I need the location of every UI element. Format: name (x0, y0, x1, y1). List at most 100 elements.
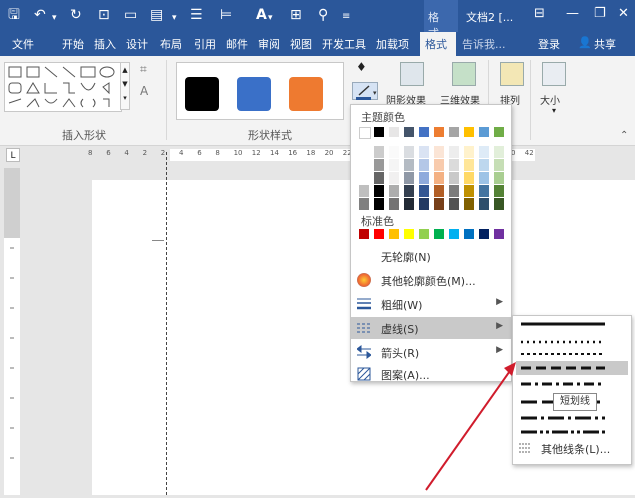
theme-color-cell[interactable] (449, 185, 459, 197)
tab-addins[interactable]: 加载项 (376, 36, 409, 52)
theme-color-cell[interactable] (434, 146, 444, 158)
theme-color-cell[interactable] (419, 172, 429, 184)
customize-qat-icon[interactable]: ≡ (342, 9, 350, 25)
align-icon[interactable]: ☰ (190, 7, 203, 23)
horizontal-ruler[interactable]: 8642246810121416182022242628303234363840… (30, 146, 635, 164)
standard-color-cell[interactable] (494, 229, 504, 239)
shapes-gallery[interactable] (4, 62, 122, 112)
find-icon[interactable]: ⚲ (318, 7, 328, 23)
theme-color-cell[interactable] (389, 198, 399, 210)
theme-color-cell[interactable] (359, 172, 369, 184)
theme-color-cell[interactable] (404, 198, 414, 210)
theme-color-cell[interactable] (374, 172, 384, 184)
theme-color-cell[interactable] (434, 198, 444, 210)
theme-color-cell[interactable] (404, 185, 414, 197)
theme-color-cell[interactable] (419, 127, 429, 137)
theme-color-cell[interactable] (494, 185, 504, 197)
dashed-line-shape[interactable] (166, 152, 167, 495)
ribbon-options-icon[interactable]: ⊟ (534, 6, 545, 21)
theme-color-cell[interactable] (464, 198, 474, 210)
indent-icon[interactable]: ⊨ (220, 7, 232, 23)
login-link[interactable]: 登录 (538, 36, 560, 52)
restore-icon[interactable]: ❐ (594, 6, 606, 21)
theme-color-cell[interactable] (494, 127, 504, 137)
standard-color-cell[interactable] (419, 229, 429, 239)
style-swatch-blue[interactable] (237, 77, 271, 111)
size-icon[interactable] (542, 62, 566, 86)
theme-color-cell[interactable] (434, 159, 444, 171)
style-swatch-black[interactable] (185, 77, 219, 111)
theme-color-cell[interactable] (419, 146, 429, 158)
tab-insert[interactable]: 插入 (94, 36, 116, 52)
theme-color-cell[interactable] (374, 159, 384, 171)
tab-selector[interactable]: L (6, 148, 20, 162)
no-outline-item[interactable]: 无轮廓(N) (351, 245, 511, 267)
vertical-ruler[interactable] (4, 168, 20, 495)
standard-color-cell[interactable] (479, 229, 489, 239)
new-doc-icon[interactable]: ▭ (124, 7, 137, 23)
tab-references[interactable]: 引用 (194, 36, 216, 52)
theme-color-cell[interactable] (434, 185, 444, 197)
share-button[interactable]: 共享 (594, 36, 616, 52)
threed-effect-icon[interactable] (452, 62, 476, 86)
standard-color-cell[interactable] (464, 229, 474, 239)
tell-me-box[interactable]: 告诉我... (462, 36, 506, 52)
table-icon[interactable]: ⊞ (290, 7, 302, 23)
standard-color-cell[interactable] (374, 229, 384, 239)
theme-color-cell[interactable] (494, 146, 504, 158)
theme-color-cell[interactable] (494, 159, 504, 171)
theme-color-cell[interactable] (479, 146, 489, 158)
arrange-icon[interactable] (500, 62, 524, 86)
theme-color-cell[interactable] (434, 127, 444, 137)
undo-dropdown-icon[interactable]: ▾ (52, 10, 57, 26)
theme-color-cell[interactable] (404, 127, 414, 137)
theme-color-cell[interactable] (419, 198, 429, 210)
font-color-dropdown-icon[interactable]: ▾ (268, 10, 273, 26)
theme-color-cell[interactable] (479, 127, 489, 137)
tab-view[interactable]: 视图 (290, 36, 312, 52)
theme-color-cell[interactable] (404, 159, 414, 171)
style-swatch-orange[interactable] (289, 77, 323, 111)
theme-color-cell[interactable] (359, 185, 369, 197)
close-icon[interactable]: ✕ (618, 6, 629, 21)
theme-color-cell[interactable] (464, 172, 474, 184)
size-button[interactable]: 大小 (540, 92, 560, 107)
shape-outline-button[interactable]: ▾ (352, 82, 378, 100)
theme-color-cell[interactable] (449, 172, 459, 184)
dash-item[interactable]: 虚线(S) ▶ (351, 317, 511, 339)
size-dropdown-icon[interactable]: ▾ (552, 106, 556, 115)
theme-color-cell[interactable] (389, 146, 399, 158)
standard-color-cell[interactable] (359, 229, 369, 239)
tab-developer[interactable]: 开发工具 (322, 36, 366, 52)
standard-color-cell[interactable] (404, 229, 414, 239)
theme-color-cell[interactable] (359, 127, 371, 139)
theme-color-cell[interactable] (419, 185, 429, 197)
format-painter-icon[interactable]: ⊡ (98, 7, 110, 23)
more-outline-colors-item[interactable]: 其他轮廓颜色(M)... (351, 269, 511, 291)
theme-color-cell[interactable] (449, 159, 459, 171)
tab-file[interactable]: 文件 (12, 36, 34, 52)
theme-color-cell[interactable] (449, 127, 459, 137)
redo-icon[interactable]: ↻ (70, 7, 82, 23)
tab-home[interactable]: 开始 (62, 36, 84, 52)
standard-color-cell[interactable] (389, 229, 399, 239)
theme-color-cell[interactable] (404, 172, 414, 184)
theme-color-cell[interactable] (494, 198, 504, 210)
theme-color-cell[interactable] (479, 198, 489, 210)
theme-color-cell[interactable] (359, 159, 369, 171)
theme-color-cell[interactable] (479, 159, 489, 171)
theme-color-cell[interactable] (419, 159, 429, 171)
tab-format-selected[interactable]: 格式 (420, 32, 456, 56)
theme-color-cell[interactable] (374, 185, 384, 197)
theme-color-cell[interactable] (464, 127, 474, 137)
fill-bucket-icon[interactable]: ♦ (356, 60, 367, 74)
theme-color-cell[interactable] (359, 146, 369, 158)
text-box-icon[interactable]: A (140, 84, 148, 98)
theme-color-cell[interactable] (374, 146, 384, 158)
font-color-icon[interactable]: A (256, 7, 267, 23)
theme-color-cell[interactable] (389, 172, 399, 184)
paste-dropdown-icon[interactable]: ▾ (172, 10, 177, 26)
theme-color-cell[interactable] (404, 146, 414, 158)
theme-color-cell[interactable] (479, 185, 489, 197)
theme-color-cell[interactable] (374, 198, 384, 210)
